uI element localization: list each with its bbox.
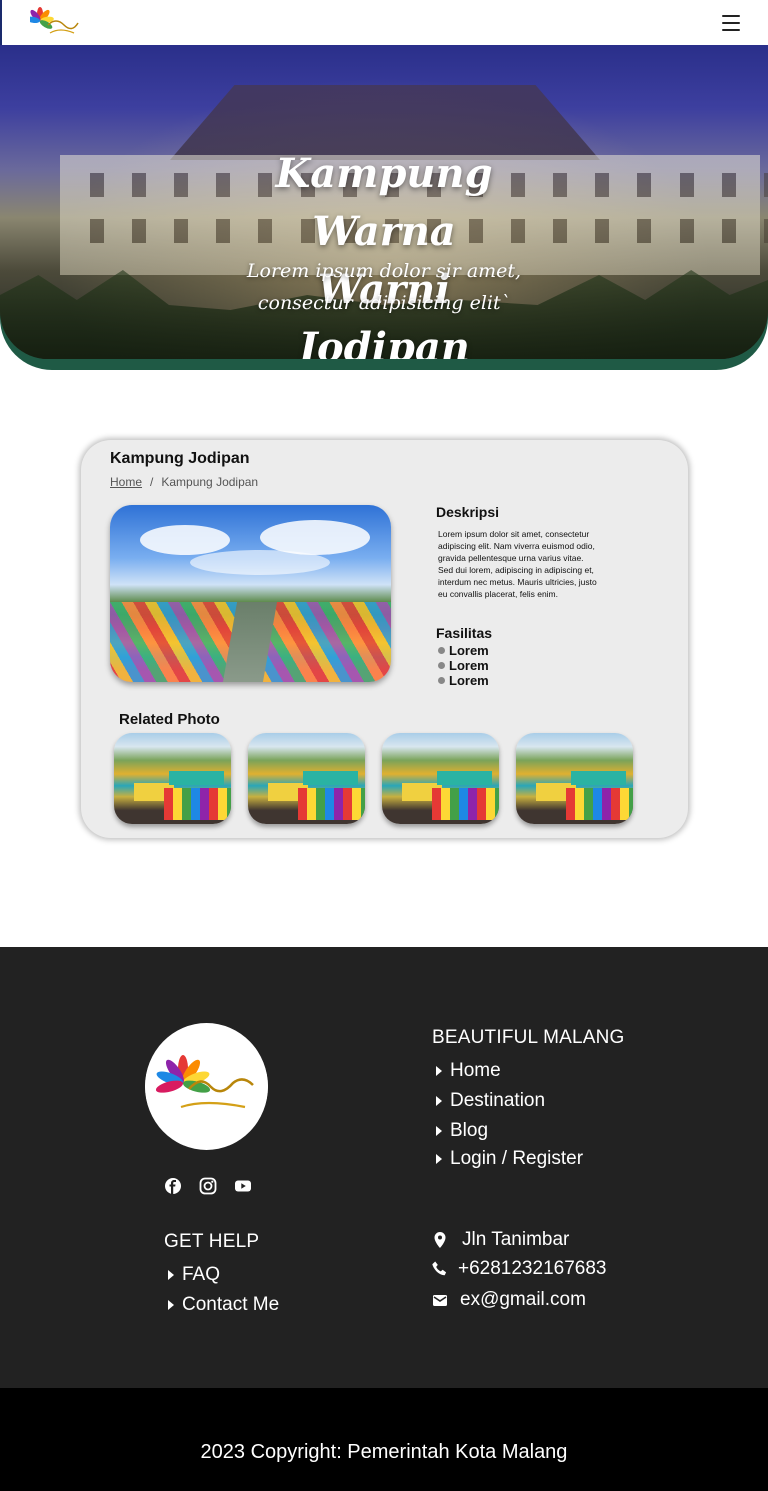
copyright-text: 2023 Copyright: Pemerintah Kota Malang — [200, 1441, 568, 1463]
caret-right-icon — [436, 1096, 442, 1106]
instagram-icon[interactable] — [199, 1177, 217, 1195]
related-photo-thumbnail[interactable] — [516, 733, 633, 824]
breadcrumb-separator: / — [150, 475, 154, 489]
breadcrumb-home-link[interactable]: Home — [110, 475, 142, 489]
facilities-heading: Fasilitas — [436, 625, 493, 641]
footer-link-faq[interactable]: FAQ — [164, 1264, 220, 1286]
bullet-icon — [438, 677, 445, 684]
youtube-icon[interactable] — [234, 1177, 252, 1195]
hero-banner: Kampung Warna Warni Jodipan Lorem ipsum … — [0, 45, 768, 359]
related-photo-heading: Related Photo — [119, 711, 220, 728]
footer-link-blog[interactable]: Blog — [432, 1120, 488, 1142]
contact-phone[interactable]: +6281232167683 — [430, 1258, 606, 1280]
caret-right-icon — [436, 1154, 442, 1164]
footer-link-destination[interactable]: Destination — [432, 1090, 545, 1112]
hero-subtitle: Lorem ipsum dolor sir amet, consectur ad… — [246, 260, 522, 314]
copyright-bar: 2023 Copyright: Pemerintah Kota Malang — [0, 1388, 768, 1491]
brand-logo[interactable] — [30, 7, 80, 39]
location-pin-icon — [434, 1232, 446, 1248]
phone-icon — [432, 1261, 447, 1276]
detail-title: Kampung Jodipan — [110, 450, 250, 467]
facilities-list: Lorem Lorem Lorem — [438, 643, 489, 688]
bullet-icon — [438, 647, 445, 654]
facility-item: Lorem — [438, 643, 489, 658]
description-text: Lorem ipsum dolor sit amet, consectetur … — [438, 529, 597, 599]
footer-site-heading: BEAUTIFUL MALANG — [432, 1027, 625, 1048]
footer-link-contact-me[interactable]: Contact Me — [164, 1294, 279, 1316]
caret-right-icon — [436, 1126, 442, 1136]
footer-link-login-register[interactable]: Login / Register — [432, 1148, 583, 1170]
caret-right-icon — [436, 1066, 442, 1076]
footer-brand-logo[interactable] — [145, 1023, 268, 1150]
facebook-icon[interactable] — [164, 1177, 182, 1195]
contact-address: Jln Tanimbar — [430, 1229, 569, 1251]
facility-item: Lorem — [438, 673, 489, 688]
mail-icon — [433, 1295, 447, 1306]
footer-help-heading: GET HELP — [164, 1231, 260, 1252]
caret-right-icon — [168, 1300, 174, 1310]
related-photo-thumbnail[interactable] — [114, 733, 231, 824]
facility-item: Lorem — [438, 658, 489, 673]
social-links — [164, 1177, 252, 1195]
related-photo-thumbnail[interactable] — [248, 733, 365, 824]
footer-link-home[interactable]: Home — [432, 1060, 501, 1082]
contact-email[interactable]: ex@gmail.com — [430, 1289, 586, 1311]
breadcrumb: Home / Kampung Jodipan — [110, 475, 258, 489]
related-photo-thumbnail[interactable] — [382, 733, 499, 824]
bullet-icon — [438, 662, 445, 669]
main-destination-photo — [110, 505, 391, 682]
caret-right-icon — [168, 1270, 174, 1280]
description-heading: Deskripsi — [436, 504, 500, 520]
breadcrumb-current: Kampung Jodipan — [161, 475, 259, 489]
hamburger-menu-icon[interactable] — [722, 15, 740, 31]
navbar — [0, 0, 768, 45]
footer: BEAUTIFUL MALANG Home Destination Blog L… — [0, 947, 768, 1388]
hero-title: Kampung Warna Warni Jodipan — [275, 150, 493, 359]
destination-detail-card: Kampung Jodipan Home / Kampung Jodipan D… — [81, 440, 688, 838]
related-photo-gallery — [114, 733, 633, 824]
